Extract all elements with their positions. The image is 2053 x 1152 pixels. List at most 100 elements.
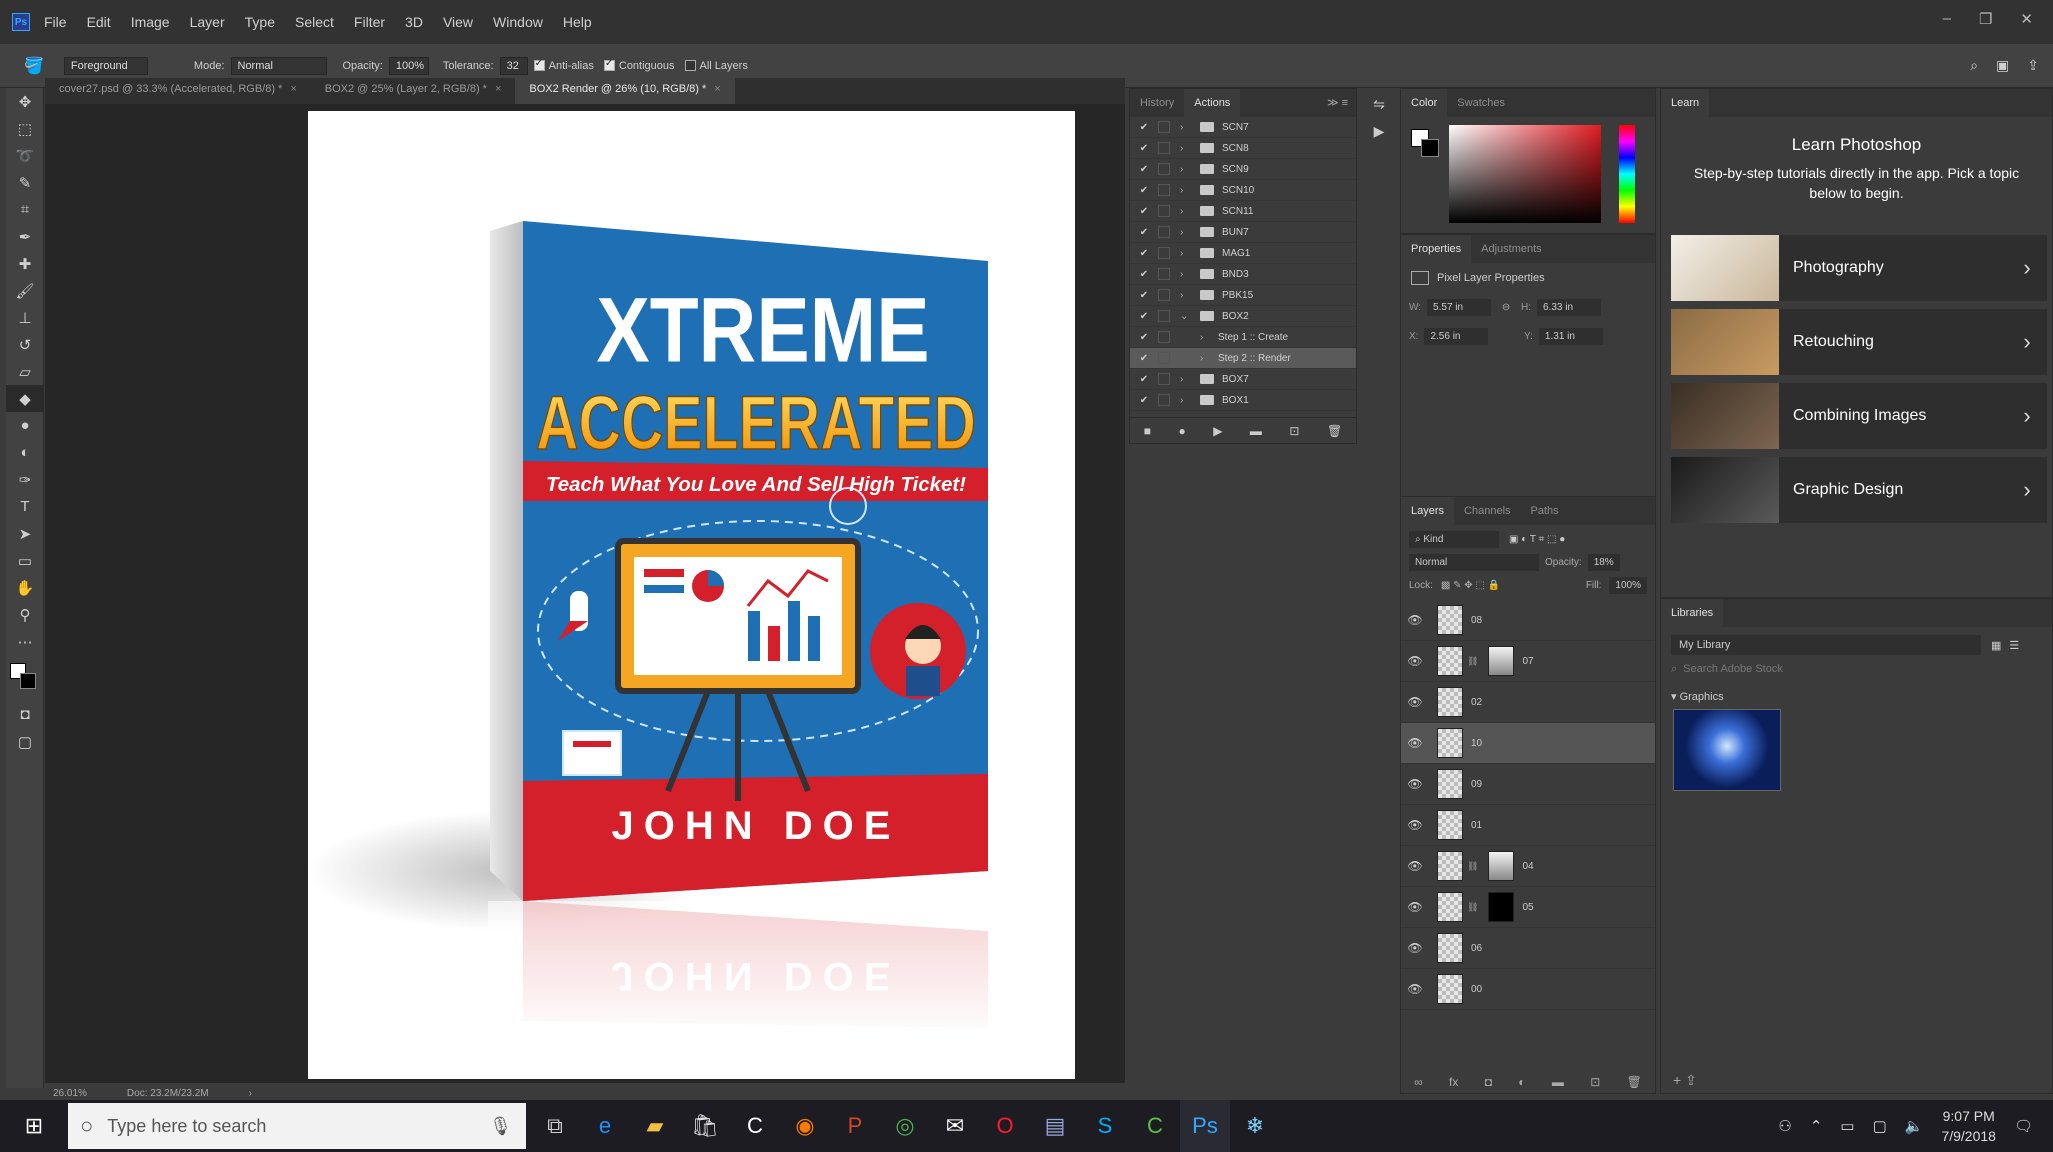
learn-topic-graphic-design[interactable]: Graphic Design › (1671, 457, 2047, 523)
visibility-eye-icon[interactable]: 👁 (1401, 818, 1429, 832)
filter-kind-select[interactable]: ⌕ Kind (1409, 531, 1499, 548)
expand-right-icon[interactable]: › (1180, 374, 1190, 385)
expand-right-icon[interactable]: › (1180, 227, 1190, 238)
panel-menu-icon[interactable]: ≫ ≡ (1319, 89, 1356, 117)
menu-filter[interactable]: Filter (354, 14, 385, 30)
workspace-icon[interactable]: ▣ (1996, 57, 2009, 74)
learn-topic-retouching[interactable]: Retouching › (1671, 309, 2047, 375)
layer-row[interactable]: 👁 08 (1401, 600, 1655, 641)
action-enabled-checkmark-icon[interactable]: ✔ (1136, 311, 1152, 322)
add-mask-icon[interactable]: ◘ (1485, 1075, 1492, 1089)
clock[interactable]: 9:07 PM 7/9/2018 (1941, 1106, 1996, 1146)
layer-row[interactable]: 👁 02 (1401, 682, 1655, 723)
close-tab-icon[interactable]: × (714, 83, 720, 95)
layer-row[interactable]: 👁 01 (1401, 805, 1655, 846)
dialog-toggle[interactable] (1158, 163, 1170, 175)
action-enabled-checkmark-icon[interactable]: ✔ (1136, 374, 1152, 385)
more-tools-icon[interactable]: ⋯ (6, 628, 44, 655)
y-field[interactable]: 1.31 in (1538, 328, 1603, 345)
layer-mask-thumbnail[interactable] (1488, 646, 1515, 676)
tray-chevron-icon[interactable]: ⌃ (1810, 1117, 1823, 1135)
expand-right-icon[interactable]: › (1180, 164, 1190, 175)
dialog-toggle[interactable] (1158, 142, 1170, 154)
library-graphic-thumbnail[interactable] (1673, 709, 1781, 791)
height-field[interactable]: 6.33 in (1537, 299, 1601, 316)
action-row[interactable]: ✔ › BOX7 (1130, 369, 1356, 390)
layer-mask-thumbnail[interactable] (1488, 892, 1515, 922)
tab-channels[interactable]: Channels (1454, 497, 1520, 525)
zoom-level[interactable]: 26.01% (53, 1088, 87, 1099)
new-group-icon[interactable]: ▬ (1552, 1075, 1564, 1089)
action-row[interactable]: ✔ › Step 2 :: Render (1130, 348, 1356, 369)
document-canvas[interactable]: XTREME ACCELERATED Teach What You Love A… (308, 111, 1075, 1079)
tolerance-input[interactable]: 32 (499, 56, 528, 75)
background-swatch[interactable] (1421, 139, 1439, 157)
camtasia-icon[interactable]: C (730, 1100, 780, 1152)
action-row[interactable]: ✔ › SCN7 (1130, 117, 1356, 138)
visibility-eye-icon[interactable]: 👁 (1401, 695, 1429, 709)
tab-libraries[interactable]: Libraries (1661, 599, 1724, 627)
layer-row[interactable]: 👁 10 (1401, 723, 1655, 764)
quick-select-tool-icon[interactable]: ✎ (6, 169, 44, 196)
graphics-section-header[interactable]: ▾ Graphics (1671, 690, 2042, 703)
stock-search[interactable]: ⌕ Search Adobe Stock (1671, 663, 2042, 676)
menu-image[interactable]: Image (131, 14, 170, 30)
path-select-tool-icon[interactable]: ➤ (6, 520, 44, 547)
filter-icons[interactable]: ▣ ◐ T ⌗ ⬚ ● (1509, 534, 1565, 545)
minimize-icon[interactable]: – (1943, 10, 1951, 28)
tab-adjustments[interactable]: Adjustments (1471, 235, 1552, 263)
adjustment-icon[interactable]: ◐ (1518, 1075, 1525, 1089)
menu-select[interactable]: Select (295, 14, 334, 30)
brush-tool-icon[interactable]: 🖌 (6, 277, 44, 304)
action-row[interactable]: ✔ › SCN9 (1130, 159, 1356, 180)
fx-icon[interactable]: fx (1449, 1075, 1458, 1089)
fill-source-select[interactable]: Foreground (63, 56, 148, 75)
action-row[interactable]: ✔ › BND3 (1130, 264, 1356, 285)
library-select[interactable]: My Library (1671, 635, 1981, 655)
skype-icon[interactable]: S (1080, 1100, 1130, 1152)
chrome-icon[interactable]: ◎ (880, 1100, 930, 1152)
move-tool-icon[interactable]: ✥ (6, 88, 44, 115)
dialog-toggle[interactable] (1158, 184, 1170, 196)
all-layers-checkbox[interactable] (684, 60, 696, 71)
dialog-toggle[interactable] (1158, 352, 1170, 364)
expand-down-icon[interactable]: ⌄ (1180, 311, 1190, 322)
battery-icon[interactable]: ▭ (1840, 1117, 1854, 1135)
tab-box2[interactable]: BOX2 @ 25% (Layer 2, RGB/8) * × (311, 78, 516, 104)
fill-input[interactable]: 100% (1609, 577, 1647, 594)
action-row[interactable]: ✔ › Step 1 :: Create (1130, 327, 1356, 348)
restore-icon[interactable]: ❐ (1979, 10, 1992, 28)
action-enabled-checkmark-icon[interactable]: ✔ (1136, 206, 1152, 217)
visibility-eye-icon[interactable]: 👁 (1401, 777, 1429, 791)
actions-dock-icon[interactable]: ▶ (1374, 123, 1385, 140)
action-row[interactable]: ✔ › SCN8 (1130, 138, 1356, 159)
action-enabled-checkmark-icon[interactable]: ✔ (1136, 290, 1152, 301)
link-icon[interactable]: ⊖ (1502, 302, 1510, 313)
learn-topic-photography[interactable]: Photography › (1671, 235, 2047, 301)
dialog-toggle[interactable] (1158, 394, 1170, 406)
screen-mode-icon[interactable]: ▢ (6, 728, 44, 755)
visibility-eye-icon[interactable]: 👁 (1401, 736, 1429, 750)
type-tool-icon[interactable]: T (6, 493, 44, 520)
grid-view-icon[interactable]: ▦ (1991, 639, 2001, 652)
tab-layers[interactable]: Layers (1401, 497, 1455, 525)
action-enabled-checkmark-icon[interactable]: ✔ (1136, 269, 1152, 280)
delete-layer-icon[interactable]: 🗑 (1627, 1075, 1642, 1089)
rectangle-tool-icon[interactable]: ▭ (6, 547, 44, 574)
snowflake-app-icon[interactable]: ❄ (1230, 1100, 1280, 1152)
learn-topic-combining-images[interactable]: Combining Images › (1671, 383, 2047, 449)
record-icon[interactable]: ● (1178, 424, 1185, 438)
mode-select[interactable]: Normal (230, 56, 327, 75)
visibility-eye-icon[interactable]: 👁 (1401, 613, 1429, 627)
layer-opacity-input[interactable]: 18% (1587, 554, 1620, 571)
menu-3d[interactable]: 3D (405, 14, 423, 30)
zoom-tool-icon[interactable]: ⚲ (6, 601, 44, 628)
expand-right-icon[interactable]: › (1180, 395, 1190, 406)
tab-history[interactable]: History (1130, 89, 1184, 117)
action-enabled-checkmark-icon[interactable]: ✔ (1136, 164, 1152, 175)
status-arrow-icon[interactable]: › (249, 1088, 252, 1099)
powerpoint-icon[interactable]: P (830, 1100, 880, 1152)
people-icon[interactable]: ⚇ (1778, 1117, 1791, 1135)
mask-link-icon[interactable]: ⛓ (1467, 902, 1478, 913)
antialias-checkbox[interactable] (533, 58, 545, 71)
